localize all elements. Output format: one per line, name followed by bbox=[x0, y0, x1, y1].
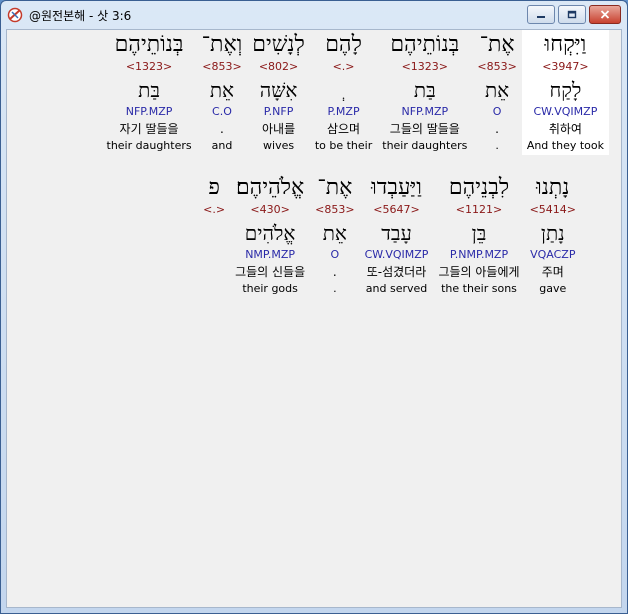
lemma: לָקַח bbox=[549, 78, 582, 102]
korean-gloss: 취하여 bbox=[548, 122, 582, 136]
lemma: בַּת bbox=[138, 78, 160, 102]
verse-line-1: וַיִּקְחוּ <3947> לָקַח CW.VQIMZP 취하여 An… bbox=[102, 30, 609, 155]
korean-gloss: 그들의 딸들을 bbox=[389, 122, 460, 136]
morphology-code: P.MZP bbox=[327, 105, 360, 118]
word-cell[interactable]: נָתְנוּ <5414> נָתַן VQACZP 주며 gave bbox=[525, 173, 581, 298]
korean-gloss: 그들의 아들에게 bbox=[438, 265, 520, 279]
english-gloss: to be their bbox=[314, 139, 373, 152]
word-cell[interactable]: אֱלֹהֵיהֶם׃ <430> אֱלֹהִים NMP.MZP 그들의 신… bbox=[230, 173, 310, 298]
morphology-code: NFP.MZP bbox=[401, 105, 449, 118]
korean-gloss: 삼으며 bbox=[326, 122, 361, 136]
word-cell[interactable]: וְאֶת־ <853> אֵת C.O . and bbox=[197, 30, 248, 155]
title-bar[interactable]: @원전본해 - 삿 3:6 bbox=[1, 1, 627, 29]
english-gloss: their daughters bbox=[382, 139, 468, 152]
lemma: אֵת bbox=[484, 78, 510, 102]
morphology-code: CW.VQIMZP bbox=[533, 105, 598, 118]
minimize-button[interactable] bbox=[527, 5, 555, 24]
strong-number[interactable]: <.> bbox=[203, 203, 225, 217]
korean-gloss: 그들의 신들을 bbox=[235, 265, 306, 279]
hebrew-word[interactable]: אֶת־ bbox=[480, 30, 515, 60]
close-button[interactable] bbox=[589, 5, 621, 24]
lemma: אֵת bbox=[209, 78, 235, 102]
word-cell[interactable]: לָהֶם <.> ְ P.MZP 삼으며 to be their bbox=[310, 30, 377, 155]
minimize-icon bbox=[537, 15, 545, 18]
maximize-icon bbox=[567, 10, 577, 19]
hebrew-word[interactable]: לָהֶם bbox=[325, 30, 362, 60]
verse-line-2: נָתְנוּ <5414> נָתַן VQACZP 주며 gave לִבְ… bbox=[198, 173, 581, 298]
korean-gloss: 아내를 bbox=[262, 122, 296, 136]
hebrew-word[interactable]: בְּנוֹתֵיהֶם bbox=[390, 30, 459, 60]
hebrew-word[interactable]: וְאֶת־ bbox=[202, 30, 243, 60]
word-cell[interactable]: וַיִּקְחוּ <3947> לָקַח CW.VQIMZP 취하여 An… bbox=[521, 30, 609, 155]
hebrew-word[interactable]: פ bbox=[208, 173, 220, 203]
english-gloss: their daughters bbox=[106, 139, 192, 152]
korean-gloss: 주며 bbox=[541, 265, 564, 279]
strong-number[interactable]: <5647> bbox=[373, 203, 419, 217]
lemma: נָתַן bbox=[540, 221, 565, 245]
english-gloss: . bbox=[333, 282, 337, 295]
english-gloss: their gods bbox=[242, 282, 298, 295]
lemma: עָבַד bbox=[381, 221, 412, 245]
hebrew-word[interactable]: לִבְנֵיהֶם bbox=[449, 173, 509, 203]
strong-number[interactable]: <853> bbox=[315, 203, 354, 217]
morphology-code: NMP.MZP bbox=[245, 248, 295, 261]
maximize-button[interactable] bbox=[558, 5, 586, 24]
hebrew-word[interactable]: אֱלֹהֵיהֶם׃ bbox=[236, 173, 304, 203]
morphology-code: O bbox=[330, 248, 340, 261]
hebrew-word[interactable]: נָתְנוּ bbox=[536, 173, 569, 203]
lemma: בַּת bbox=[413, 78, 436, 102]
strong-number[interactable]: <.> bbox=[333, 60, 355, 74]
english-gloss: . bbox=[495, 139, 499, 152]
word-cell[interactable]: בְּנוֹתֵיהֶם <1323> בַּת NFP.MZP 그들의 딸들을… bbox=[377, 30, 472, 155]
lemma: בֵּן bbox=[471, 221, 487, 245]
korean-gloss: . bbox=[495, 122, 499, 136]
morphology-code: CW.VQIMZP bbox=[364, 248, 429, 261]
english-gloss: and bbox=[211, 139, 233, 152]
strong-number[interactable]: <5414> bbox=[530, 203, 576, 217]
hebrew-word[interactable]: לְנָשִׁים bbox=[252, 30, 305, 60]
strong-number[interactable]: <1323> bbox=[402, 60, 448, 74]
word-cell[interactable]: בְּנוֹתֵיהֶם <1323> בַּת NFP.MZP 자기 딸들을 … bbox=[102, 30, 197, 155]
english-gloss: And they took bbox=[526, 139, 604, 152]
lemma: אִשָּׁה bbox=[259, 78, 298, 102]
window-title: @원전본해 - 삿 3:6 bbox=[29, 8, 132, 23]
hebrew-word[interactable]: אֶת־ bbox=[317, 173, 352, 203]
morphology-code: VQACZP bbox=[530, 248, 576, 261]
word-cell[interactable]: לְנָשִׁים <802> אִשָּׁה P.NFP 아내를 wives bbox=[247, 30, 310, 155]
lemma: אֵת bbox=[322, 221, 347, 245]
hebrew-word[interactable]: וַיִּקְחוּ bbox=[544, 30, 586, 60]
word-cell[interactable]: אֶת־ <853> אֵת O . . bbox=[310, 173, 359, 298]
morphology-code: P.NMP.MZP bbox=[449, 248, 509, 261]
word-cell[interactable]: וַיַּעַבְדוּ <5647> עָבַד CW.VQIMZP 또-섬겼… bbox=[360, 173, 434, 298]
strong-number[interactable]: <853> bbox=[477, 60, 516, 74]
morphology-code: C.O bbox=[212, 105, 232, 118]
english-gloss: the their sons bbox=[441, 282, 517, 295]
korean-gloss: . bbox=[332, 265, 337, 279]
strong-number[interactable]: <430> bbox=[250, 203, 289, 217]
morphology-code: P.NFP bbox=[263, 105, 294, 118]
morphology-code: O bbox=[492, 105, 502, 118]
hebrew-word[interactable]: בְּנוֹתֵיהֶם bbox=[115, 30, 184, 60]
strong-number[interactable]: <1323> bbox=[126, 60, 172, 74]
korean-gloss: . bbox=[220, 122, 224, 136]
english-gloss: gave bbox=[539, 282, 567, 295]
strong-number[interactable]: <802> bbox=[259, 60, 298, 74]
english-gloss: wives bbox=[263, 139, 295, 152]
word-cell[interactable]: לִבְנֵיהֶם <1121> בֵּן P.NMP.MZP 그들의 아들에… bbox=[433, 173, 524, 298]
close-icon bbox=[600, 10, 610, 19]
app-icon bbox=[7, 7, 23, 23]
strong-number[interactable]: <1121> bbox=[456, 203, 502, 217]
english-gloss: and served bbox=[365, 282, 428, 295]
word-cell[interactable]: פ <.> bbox=[198, 173, 230, 298]
lemma: אֱלֹהִים bbox=[244, 221, 296, 245]
strong-number[interactable]: <853> bbox=[202, 60, 241, 74]
word-cell[interactable]: אֶת־ <853> אֵת O . . bbox=[472, 30, 521, 155]
korean-gloss: 자기 딸들을 bbox=[119, 122, 179, 136]
hebrew-word[interactable]: וַיַּעַבְדוּ bbox=[371, 173, 422, 203]
main-window: @원전본해 - 삿 3:6 וַיִּקְחוּ <3947> לָקַח CW… bbox=[0, 0, 628, 614]
korean-gloss: 또-섬겼더라 bbox=[366, 265, 427, 279]
interlinear-pane: וַיִּקְחוּ <3947> לָקַח CW.VQIMZP 취하여 An… bbox=[6, 29, 622, 608]
morphology-code: NFP.MZP bbox=[125, 105, 173, 118]
strong-number[interactable]: <3947> bbox=[542, 60, 588, 74]
